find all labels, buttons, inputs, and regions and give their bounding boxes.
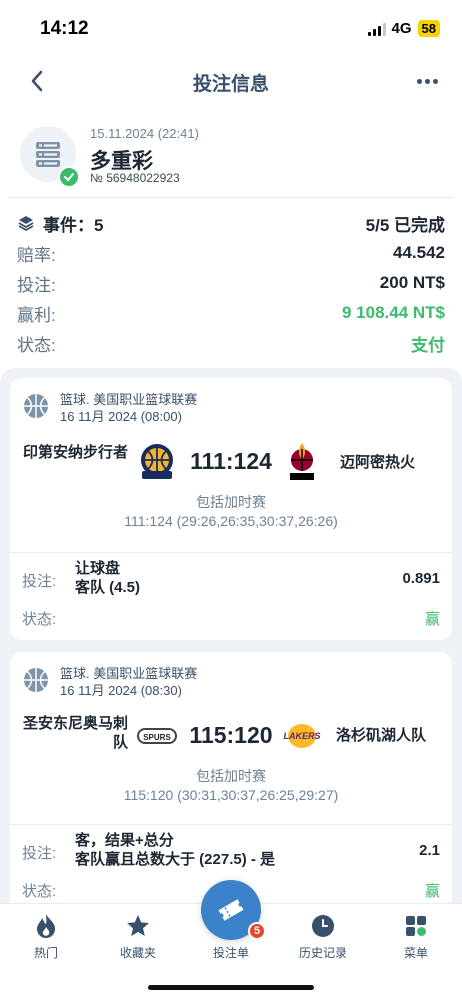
nav-betslip[interactable]: 投注单 xyxy=(191,940,271,961)
odds-label: 赔率: xyxy=(17,245,56,265)
away-team: 迈阿密热火 xyxy=(340,454,416,471)
page-title: 投注信息 xyxy=(192,74,269,95)
nav-favorites[interactable]: 收藏夹 xyxy=(98,912,178,961)
star-icon xyxy=(124,912,152,940)
nav-popular[interactable]: 热门 xyxy=(6,912,86,961)
status-bar: 14:12 4G 58 xyxy=(0,0,462,54)
battery-indicator: 58 xyxy=(417,20,440,37)
heat-logo xyxy=(280,440,324,484)
stake-label: 投注: xyxy=(17,275,56,295)
nav-label: 投注单 xyxy=(212,946,249,960)
match-score: 115:120 xyxy=(189,722,273,748)
selection-odds: 2.1 xyxy=(419,842,440,859)
market-name: 让球盘 xyxy=(75,560,121,577)
match-score: 111:124 xyxy=(190,448,272,474)
bet-summary: 15.11.2024 (22:41) 多重彩 № 56948022923 xyxy=(0,118,462,196)
nav-menu[interactable]: 菜单 xyxy=(376,912,456,961)
match-date: 16 11月 2024 (08:00) xyxy=(60,409,182,424)
nav-label: 收藏夹 xyxy=(119,946,156,960)
clock-icon xyxy=(309,912,337,940)
profit-row: 赢利: 9 108.44 NT$ xyxy=(17,299,445,327)
selection-odds: 0.891 xyxy=(402,570,440,587)
check-icon xyxy=(58,166,80,188)
spurs-logo: SPURS xyxy=(135,714,179,758)
bet-date: 15.11.2024 (22:41) xyxy=(90,126,199,141)
nav-label: 热门 xyxy=(33,946,58,960)
status-label: 状态: xyxy=(22,611,57,628)
result-badge: 赢 xyxy=(424,883,440,900)
network-type: 4G xyxy=(391,20,412,37)
betslip-count-badge: 5 xyxy=(248,922,266,940)
match-date: 16 11月 2024 (08:30) xyxy=(60,683,182,698)
market-selection: 客队 (4.5) xyxy=(75,579,141,596)
receipt-list-icon xyxy=(36,142,60,167)
svg-text:LAKERS: LAKERS xyxy=(283,731,320,741)
event-card[interactable]: 篮球. 美国职业篮球联赛 16 11月 2024 (08:30) 圣安东尼奥马刺… xyxy=(10,652,452,912)
basketball-icon xyxy=(24,394,48,418)
away-team: 洛杉矶湖人队 xyxy=(336,727,427,744)
nav-history[interactable]: 历史记录 xyxy=(283,912,363,961)
status-time: 14:12 xyxy=(40,18,89,39)
ticket-icon xyxy=(218,899,244,921)
app-header: 投注信息 xyxy=(0,54,462,110)
home-team: 圣安东尼奥马刺队 xyxy=(22,715,128,751)
period-scores: 115:120 (30:31,30:37,26:25,29:27) xyxy=(123,787,339,803)
svg-text:SPURS: SPURS xyxy=(143,733,171,742)
card-divider xyxy=(10,552,452,553)
events-value: 5/5 已完成 xyxy=(365,215,445,235)
bet-label: 投注: xyxy=(22,845,57,862)
overtime-label: 包括加时赛 xyxy=(196,494,266,510)
card-divider xyxy=(10,824,452,825)
result-badge: 赢 xyxy=(424,611,440,628)
profit-label: 赢利: xyxy=(17,305,56,325)
grid-icon xyxy=(402,912,430,940)
status-value: 支付 xyxy=(411,335,445,355)
stake-row: 投注: 200 NT$ xyxy=(17,269,445,297)
overtime-label: 包括加时赛 xyxy=(196,768,266,784)
period-scores: 111:124 (29:26,26:35,30:37,26:26) xyxy=(124,513,338,529)
home-team: 印第安纳步行者 xyxy=(22,444,128,461)
nav-label: 菜单 xyxy=(403,946,428,960)
nav-label: 历史记录 xyxy=(298,946,347,960)
flame-icon xyxy=(32,912,60,940)
status-row: 状态: 支付 xyxy=(17,329,445,357)
more-horizontal-icon xyxy=(416,78,422,84)
odds-row: 赔率: 44.542 xyxy=(17,239,445,267)
home-indicator xyxy=(148,985,314,990)
market-selection: 客队赢且总数大于 (227.5) - 是 xyxy=(75,851,276,868)
market-name: 客，结果+总分 xyxy=(75,832,174,849)
pacers-logo xyxy=(135,440,179,484)
stake-value: 200 NT$ xyxy=(379,273,445,292)
events-list: 篮球. 美国职业篮球联赛 16 11月 2024 (08:00) 印第安纳步行者… xyxy=(0,368,462,912)
lakers-logo: LAKERS xyxy=(280,714,324,758)
layers-icon xyxy=(18,216,34,232)
signal-icon xyxy=(367,22,386,36)
basketball-icon xyxy=(24,668,48,692)
events-label: 事件：5 xyxy=(17,211,103,236)
more-button[interactable] xyxy=(412,68,442,94)
profit-value: 9 108.44 NT$ xyxy=(341,303,445,322)
events-row: 事件：5 5/5 已完成 xyxy=(17,209,445,237)
event-card[interactable]: 篮球. 美国职业篮球联赛 16 11月 2024 (08:00) 印第安纳步行者… xyxy=(10,378,452,640)
bet-number: № 56948022923 xyxy=(90,171,180,185)
status-indicators: 4G 58 xyxy=(367,20,440,37)
bet-label: 投注: xyxy=(22,573,57,590)
status-label: 状态: xyxy=(17,335,56,355)
status-label: 状态: xyxy=(22,883,57,900)
odds-value: 44.542 xyxy=(393,243,445,262)
divider xyxy=(8,197,454,198)
